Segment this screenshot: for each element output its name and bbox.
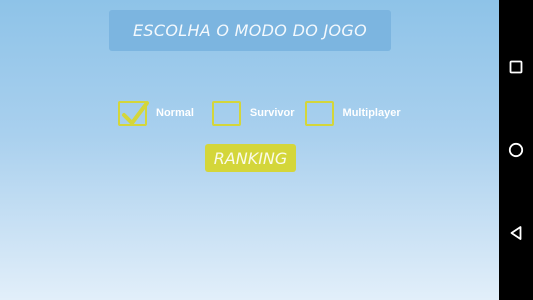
normal-label: Normal [156, 107, 194, 119]
mode-option-survivor[interactable]: Survivor [211, 100, 295, 126]
home-circle-icon [508, 142, 524, 158]
survivor-label: Survivor [249, 107, 295, 119]
page-title-text: ESCOLHA O MODO DO JOGO [133, 21, 367, 40]
back-button[interactable] [499, 216, 533, 250]
back-triangle-icon [510, 226, 522, 240]
recents-square-icon [509, 60, 523, 74]
home-button[interactable] [499, 133, 533, 167]
survivor-checkbox[interactable] [211, 100, 241, 126]
system-nav-bar [499, 0, 533, 300]
checkmark-icon [122, 100, 149, 125]
normal-checkbox[interactable] [118, 100, 149, 126]
multiplayer-checkbox[interactable] [304, 100, 334, 126]
multiplayer-label: Multiplayer [342, 107, 401, 119]
ranking-button[interactable]: RANKING [205, 144, 296, 172]
ranking-button-label: RANKING [213, 148, 288, 168]
mode-selector: Normal Survivor Multiplayer [118, 100, 401, 126]
page-title: ESCOLHA O MODO DO JOGO [109, 10, 391, 51]
mode-option-multiplayer[interactable]: Multiplayer [304, 100, 401, 126]
game-screen: ESCOLHA O MODO DO JOGO Normal Survivor M… [0, 0, 499, 300]
recents-button[interactable] [499, 50, 533, 84]
mode-option-normal[interactable]: Normal [118, 100, 194, 126]
